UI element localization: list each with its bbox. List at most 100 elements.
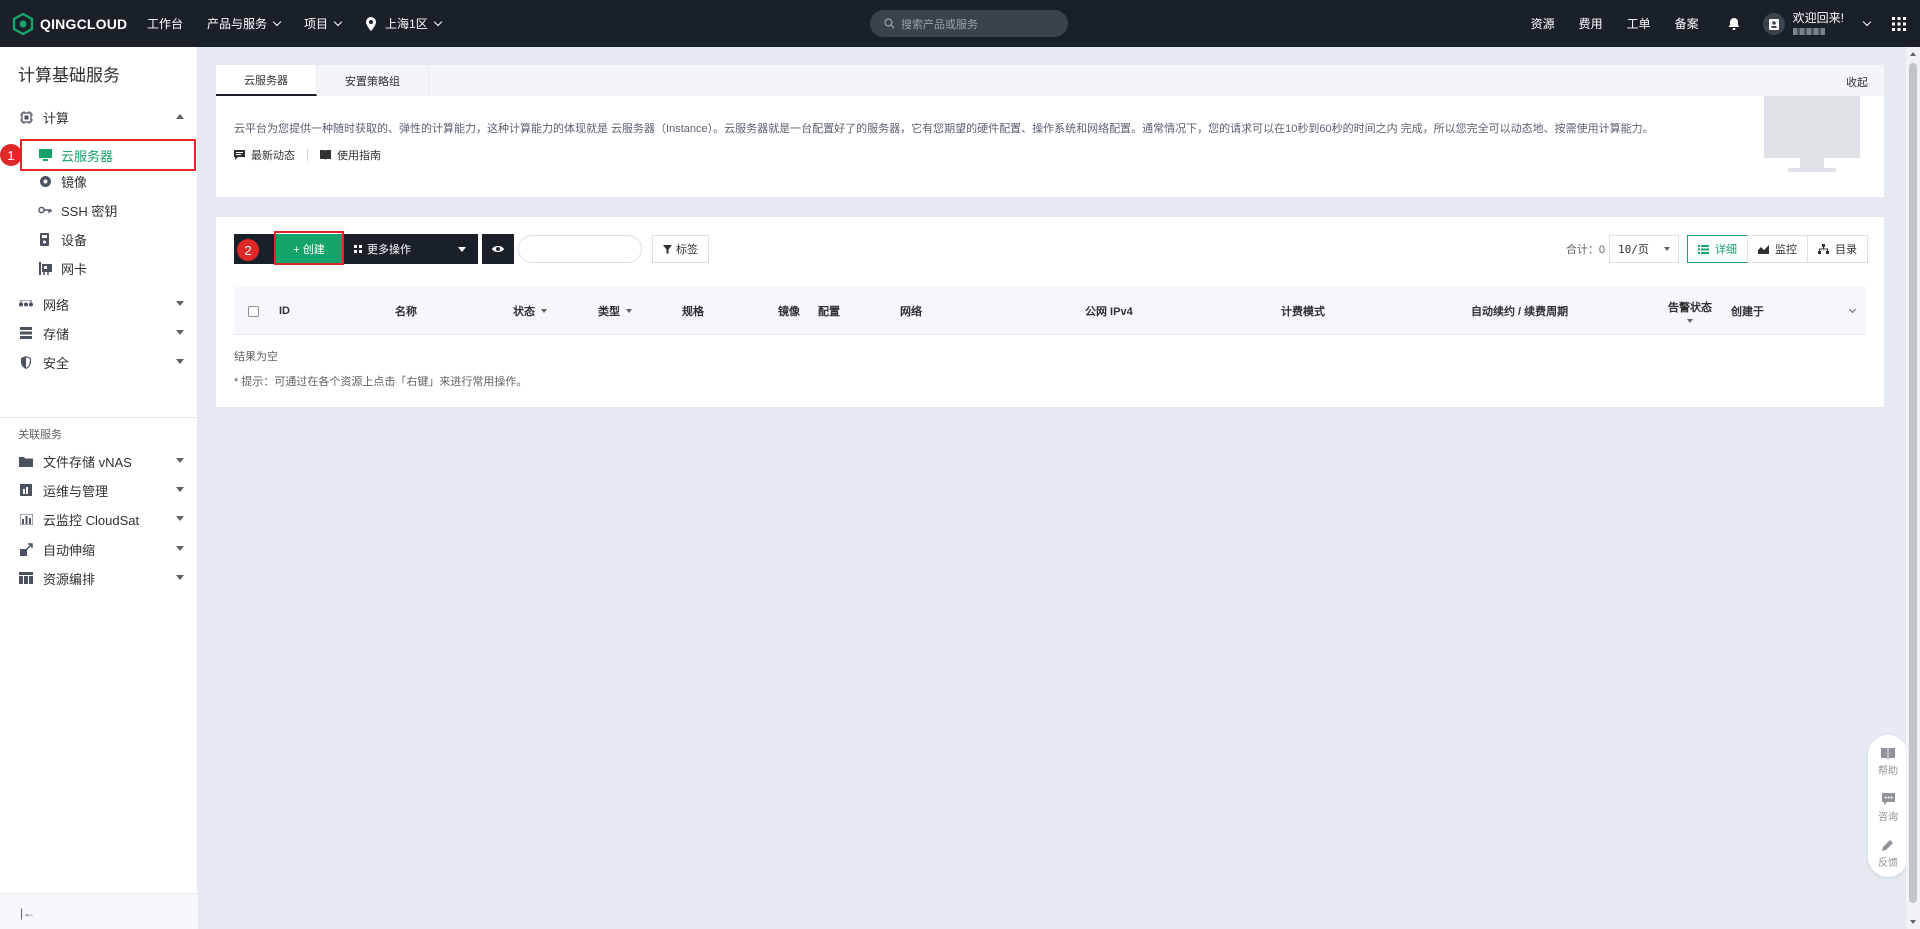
top-right-tools: 资源 费用 工单 备案 欢迎回来! xyxy=(1507,0,1920,47)
sidebar-item-orchestration[interactable]: 资源编排 xyxy=(0,566,198,590)
bell-icon[interactable] xyxy=(1727,17,1741,31)
nav-projects[interactable]: 项目 xyxy=(304,15,343,32)
page-scrollbar[interactable] xyxy=(1906,47,1920,929)
caret-down-icon xyxy=(176,516,184,521)
col-status[interactable]: 状态 xyxy=(513,287,547,335)
tab-bar: 云服务器 安置策略组 收起 xyxy=(216,65,1884,96)
link-filing[interactable]: 备案 xyxy=(1675,15,1699,32)
col-image[interactable]: 镜像 xyxy=(778,287,800,335)
sidebar-item-device-label: 设备 xyxy=(61,232,88,248)
book-open-icon xyxy=(1881,748,1895,759)
page-size-value: 10/页 xyxy=(1618,243,1649,256)
intro-links: 最新动态 使用指南 xyxy=(234,147,381,163)
select-all-checkbox[interactable] xyxy=(248,306,259,317)
cpu-icon xyxy=(19,110,33,124)
link-user-guide[interactable]: 使用指南 xyxy=(337,147,381,163)
col-billing-mode[interactable]: 计费模式 xyxy=(1281,287,1325,335)
global-search-input[interactable]: 搜索产品或服务 xyxy=(870,10,1068,37)
top-navigation-bar: QINGCLOUD 工作台 产品与服务 项目 上海1区 搜索产品或服务 资源 费… xyxy=(0,0,1920,47)
sidebar: 计算基础服务 计算 1 云服务器 镜像 SSH 密钥 设备 网卡 网络 存储 安… xyxy=(0,47,198,929)
related-services-title: 关联服务 xyxy=(18,429,62,441)
col-id[interactable]: ID xyxy=(279,287,290,335)
view-monitor-label: 监控 xyxy=(1775,244,1797,256)
col-public-ipv4[interactable]: 公网 IPv4 xyxy=(1085,287,1133,335)
view-detail-button[interactable]: 详细 xyxy=(1687,235,1748,263)
link-separator xyxy=(307,149,308,161)
instance-list-card: + 创建 更多操作 标签 2 合计：0 10/页 详细 监控 目录 ID 名称 … xyxy=(216,217,1884,407)
search-icon xyxy=(884,18,895,29)
sidebar-item-storage[interactable]: 存储 xyxy=(0,321,198,345)
tab-cloud-server[interactable]: 云服务器 xyxy=(216,65,317,96)
sidebar-item-autoscaling[interactable]: 自动伸缩 xyxy=(0,537,198,561)
collapse-button[interactable]: 收起 xyxy=(1846,74,1868,90)
disc-icon xyxy=(38,174,52,188)
link-tickets[interactable]: 工单 xyxy=(1627,15,1651,32)
view-detail-label: 详细 xyxy=(1715,244,1737,256)
view-catalog-button[interactable]: 目录 xyxy=(1807,235,1868,263)
column-settings-chevron[interactable] xyxy=(1848,287,1857,335)
sidebar-item-vnas[interactable]: 文件存储 vNAS xyxy=(0,449,198,473)
shield-icon xyxy=(19,355,33,369)
caret-down-icon xyxy=(1687,319,1693,323)
network-card-icon xyxy=(38,261,52,275)
scroll-up-arrow-icon[interactable] xyxy=(1910,52,1916,56)
scaling-icon xyxy=(19,542,33,556)
area-chart-icon xyxy=(1758,244,1769,254)
nav-products[interactable]: 产品与服务 xyxy=(207,15,282,32)
avatar[interactable] xyxy=(1762,12,1785,35)
col-type[interactable]: 类型 xyxy=(598,287,632,335)
user-menu-chevron-icon[interactable] xyxy=(1862,17,1872,26)
tab-placement-group[interactable]: 安置策略组 xyxy=(317,65,429,96)
link-latest-news[interactable]: 最新动态 xyxy=(251,147,295,163)
link-resources[interactable]: 资源 xyxy=(1531,15,1555,32)
feedback-button[interactable]: 反馈 xyxy=(1868,839,1908,869)
col-name[interactable]: 名称 xyxy=(395,287,417,335)
region-selector[interactable]: 上海1区 xyxy=(365,15,442,32)
sidebar-item-image[interactable]: 镜像 xyxy=(0,169,198,193)
sidebar-item-cloudsat-label: 云监控 CloudSat xyxy=(43,512,140,528)
nav-workbench[interactable]: 工作台 xyxy=(147,15,183,32)
sidebar-item-cloud-server[interactable]: 云服务器 xyxy=(0,143,198,167)
sidebar-item-ops[interactable]: 运维与管理 xyxy=(0,478,198,502)
col-config[interactable]: 配置 xyxy=(818,287,840,335)
collapse-sidebar-icon[interactable]: |← xyxy=(20,906,35,920)
toggle-view-button[interactable] xyxy=(482,234,514,264)
caret-down-icon xyxy=(176,458,184,463)
scroll-down-arrow-icon[interactable] xyxy=(1910,920,1916,924)
search-placeholder: 搜索产品或服务 xyxy=(901,18,978,31)
chevron-down-icon xyxy=(333,17,343,26)
view-monitor-button[interactable]: 监控 xyxy=(1747,235,1808,263)
caret-down-icon xyxy=(176,301,184,306)
link-billing[interactable]: 费用 xyxy=(1579,15,1603,32)
sidebar-item-storage-label: 存储 xyxy=(43,326,70,342)
help-button[interactable]: 帮助 xyxy=(1868,747,1908,777)
view-catalog-label: 目录 xyxy=(1835,244,1857,256)
consult-button[interactable]: 咨询 xyxy=(1868,793,1908,823)
scroll-thumb[interactable] xyxy=(1909,63,1917,903)
sidebar-item-cloudsat[interactable]: 云监控 CloudSat xyxy=(0,507,198,531)
col-auto-renew[interactable]: 自动续约 / 续费周期 xyxy=(1471,287,1568,335)
tag-filter-button[interactable]: 标签 xyxy=(652,235,709,263)
more-actions-button[interactable]: 更多操作 xyxy=(344,234,478,264)
sidebar-item-network[interactable]: 网络 xyxy=(0,292,198,316)
network-icon xyxy=(19,297,33,311)
sidebar-item-security[interactable]: 安全 xyxy=(0,350,198,374)
list-right-tools: 合计：0 10/页 详细 监控 目录 xyxy=(1566,235,1868,263)
sidebar-item-compute[interactable]: 计算 xyxy=(0,105,198,129)
col-alarm-status[interactable]: 告警状态 xyxy=(1668,287,1712,335)
step-2-badge: 2 xyxy=(237,239,259,261)
logo-text: QINGCLOUD xyxy=(40,15,128,32)
logo[interactable]: QINGCLOUD xyxy=(12,12,147,35)
col-network[interactable]: 网络 xyxy=(900,287,922,335)
monitor-icon xyxy=(38,148,52,162)
filter-search-input[interactable] xyxy=(518,235,642,263)
col-spec[interactable]: 规格 xyxy=(682,287,704,335)
sidebar-item-device[interactable]: 设备 xyxy=(0,227,198,251)
page-size-select[interactable]: 10/页 xyxy=(1609,235,1679,263)
col-created-at[interactable]: 创建于 xyxy=(1731,287,1764,335)
chevron-down-icon xyxy=(272,17,282,26)
app-grid-icon[interactable] xyxy=(1892,16,1906,31)
sidebar-item-ssh-key[interactable]: SSH 密钥 xyxy=(0,198,198,222)
total-count: 合计：0 xyxy=(1565,244,1605,256)
sidebar-item-nic[interactable]: 网卡 xyxy=(0,256,198,280)
